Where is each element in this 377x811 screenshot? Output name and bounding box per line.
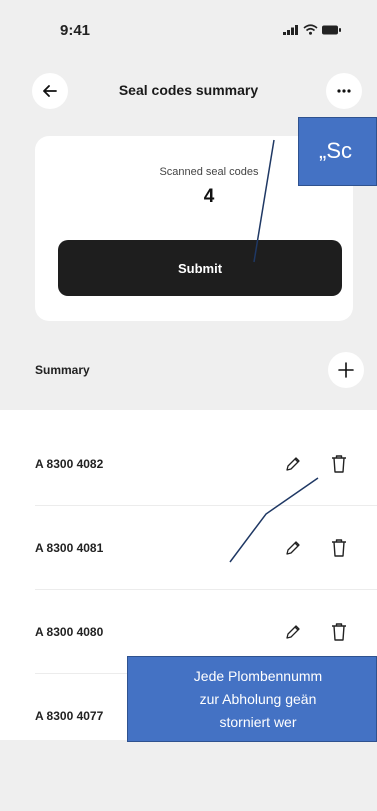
status-time: 9:41 xyxy=(60,22,91,39)
annotation-line: storniert wer xyxy=(219,714,297,730)
list-item: A 8300 4082 xyxy=(0,422,377,506)
status-bar: 9:41 xyxy=(0,0,377,56)
battery-icon xyxy=(322,25,341,34)
more-horizontal-icon xyxy=(337,89,351,93)
edit-icon[interactable] xyxy=(284,455,302,473)
annotation-line: zur Abholung geän xyxy=(199,691,317,707)
nav-bar: Seal codes summary xyxy=(0,68,377,114)
seal-code: A 8300 4077 xyxy=(35,709,104,723)
page-title: Seal codes summary xyxy=(118,82,259,98)
seal-code: A 8300 4081 xyxy=(35,541,104,555)
seal-code: A 8300 4080 xyxy=(35,625,104,639)
submit-button[interactable]: Submit xyxy=(58,240,342,296)
seal-code: A 8300 4082 xyxy=(35,457,104,471)
status-icons xyxy=(283,24,342,35)
summary-header: Summary xyxy=(0,350,377,390)
annotation-text: „Sc xyxy=(319,138,352,163)
signal-icon xyxy=(283,24,298,35)
wifi-icon xyxy=(303,24,318,35)
delete-icon[interactable] xyxy=(330,454,348,474)
summary-title: Summary xyxy=(35,363,90,377)
annotation-callout-top: „Sc xyxy=(298,117,377,186)
annotation-callout-bottom: Jede Plombennumm zur Abholung geän storn… xyxy=(127,656,377,742)
delete-icon[interactable] xyxy=(330,538,348,558)
delete-icon[interactable] xyxy=(330,622,348,642)
list-item: A 8300 4081 xyxy=(0,506,377,590)
plus-icon xyxy=(338,362,354,378)
add-seal-button[interactable] xyxy=(328,352,364,388)
scanned-count-value: 4 xyxy=(203,186,215,207)
annotation-line: Jede Plombennumm xyxy=(193,668,323,684)
edit-icon[interactable] xyxy=(284,539,302,557)
edit-icon[interactable] xyxy=(284,623,302,641)
more-button[interactable] xyxy=(326,73,362,109)
